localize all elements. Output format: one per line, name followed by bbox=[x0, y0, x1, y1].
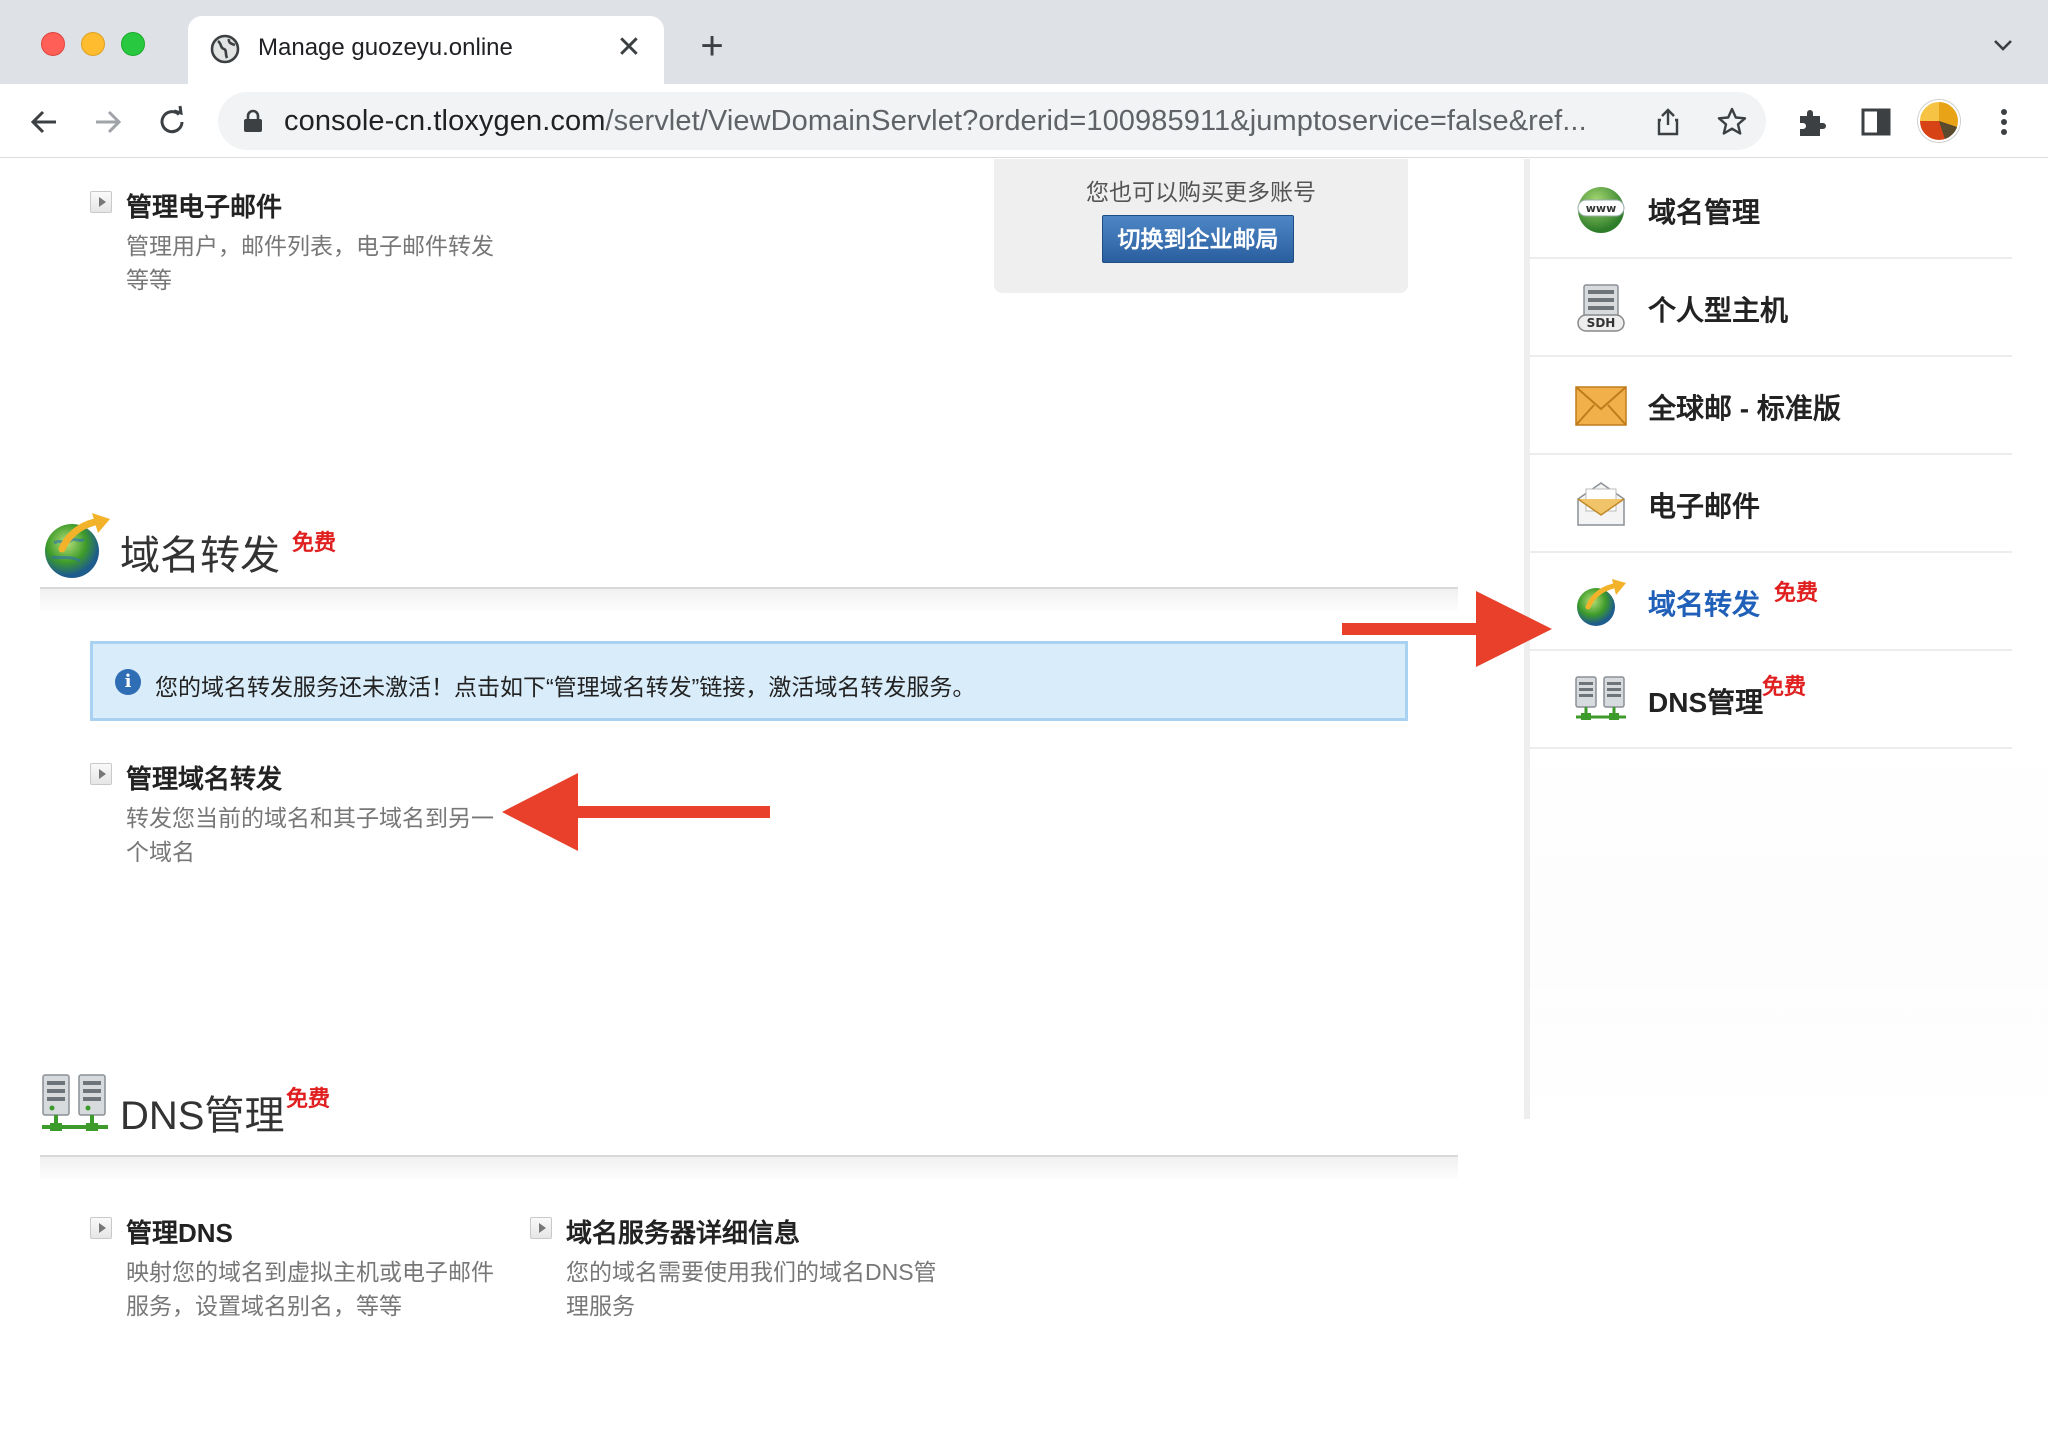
back-arrow-icon[interactable] bbox=[24, 102, 64, 142]
bookmark-star-icon[interactable] bbox=[1716, 106, 1748, 138]
browser-tab-bar: Manage guozeyu.online ✕ + bbox=[0, 0, 2048, 84]
extensions-puzzle-icon[interactable] bbox=[1794, 104, 1830, 140]
sidebar-item-label: 域名转发 bbox=[1648, 589, 1761, 620]
manage-dns-desc: 映射您的域名到虚拟主机或电子邮件服务，设置域名别名，等等 bbox=[126, 1259, 494, 1319]
nameserver-details-link[interactable]: 域名服务器详细信息 bbox=[566, 1213, 800, 1250]
browser-toolbar: console-cn.tloxygen.com/servlet/ViewDoma… bbox=[0, 84, 2048, 158]
manage-forwarding-link[interactable]: 管理域名转发 bbox=[126, 759, 282, 796]
reload-icon[interactable] bbox=[152, 102, 192, 142]
expand-triangle-icon bbox=[90, 191, 112, 213]
lock-icon[interactable] bbox=[242, 109, 264, 133]
window-zoom-button[interactable] bbox=[121, 32, 145, 56]
expand-triangle-icon bbox=[90, 763, 112, 785]
forward-globe-icon bbox=[45, 513, 110, 578]
profile-avatar[interactable] bbox=[1918, 100, 1960, 142]
services-sidebar: www 域名管理 SDH 个人型主机 全球邮 - 标准版 电子邮件 域名转发 免… bbox=[1524, 159, 2048, 1119]
sidebar-item-domain-forwarding[interactable]: 域名转发 免费 bbox=[1530, 553, 2012, 651]
annotation-arrow-right bbox=[1342, 591, 1552, 667]
forwarding-section-title: 域名转发 bbox=[120, 534, 280, 578]
sidebar-item-email[interactable]: 电子邮件 bbox=[1530, 455, 2012, 553]
chevron-down-icon[interactable] bbox=[1988, 30, 2018, 60]
expand-triangle-icon bbox=[90, 1217, 112, 1239]
expand-triangle-icon bbox=[530, 1217, 552, 1239]
forwarding-inactive-notice: i 您的域名转发服务还未激活！点击如下“管理域名转发”链接，激活域名转发服务。 bbox=[90, 641, 1408, 721]
window-close-button[interactable] bbox=[41, 32, 65, 56]
free-badge: 免费 bbox=[1774, 580, 1819, 605]
sidebar-item-dns-management[interactable]: DNS管理 免费 bbox=[1530, 651, 2012, 749]
buy-more-text: 您也可以购买更多账号 bbox=[1086, 179, 1316, 205]
sdh-server-icon: SDH bbox=[1577, 284, 1625, 332]
section-divider bbox=[40, 1155, 1458, 1181]
sidebar-item-label: 域名管理 bbox=[1648, 197, 1761, 228]
dns-servers-icon bbox=[1575, 676, 1626, 720]
info-icon: i bbox=[115, 669, 141, 695]
new-tab-button[interactable]: + bbox=[692, 26, 732, 66]
window-minimize-button[interactable] bbox=[81, 32, 105, 56]
url-text[interactable]: console-cn.tloxygen.com/servlet/ViewDoma… bbox=[284, 105, 1587, 138]
envelope-icon bbox=[1575, 386, 1627, 426]
forwarding-section-header: 域名转发 免费 bbox=[40, 503, 1458, 593]
sidebar-item-label: 个人型主机 bbox=[1648, 295, 1789, 326]
sidebar-item-label: 全球邮 - 标准版 bbox=[1648, 393, 1841, 424]
manage-email-desc: 管理用户，邮件列表，电子邮件转发等等 bbox=[126, 233, 494, 293]
kebab-menu-icon[interactable] bbox=[1986, 104, 2022, 140]
dns-section-header: DNS管理 免费 bbox=[40, 1073, 1458, 1163]
manage-dns-link[interactable]: 管理DNS bbox=[126, 1213, 233, 1250]
sidebar-item-label: 电子邮件 bbox=[1648, 491, 1761, 522]
svg-text:SDH: SDH bbox=[1587, 316, 1616, 330]
www-globe-icon: www bbox=[1577, 187, 1625, 233]
sidebar-item-personal-hosting[interactable]: SDH 个人型主机 bbox=[1530, 259, 2012, 357]
close-icon[interactable]: ✕ bbox=[612, 30, 646, 66]
switch-enterprise-mail-button[interactable]: 切换到企业邮局 bbox=[1102, 215, 1294, 263]
globe-icon bbox=[210, 34, 240, 64]
buy-more-accounts-box: 您也可以购买更多账号 切换到企业邮局 bbox=[994, 159, 1408, 293]
side-panel-icon[interactable] bbox=[1858, 104, 1894, 140]
dns-section-title: DNS管理 bbox=[120, 1094, 285, 1138]
forward-arrow-icon[interactable] bbox=[88, 102, 128, 142]
page-content: 管理电子邮件 管理用户，邮件列表，电子邮件转发等等 您也可以购买更多账号 切换到… bbox=[0, 159, 2048, 1438]
sidebar-item-global-mail[interactable]: 全球邮 - 标准版 bbox=[1530, 357, 2012, 455]
manage-email-link[interactable]: 管理电子邮件 bbox=[126, 187, 282, 224]
free-badge: 免费 bbox=[1762, 674, 1807, 699]
sidebar-item-label: DNS管理 bbox=[1648, 687, 1764, 718]
free-badge: 免费 bbox=[292, 530, 337, 555]
notice-message: 您的域名转发服务还未激活！点击如下“管理域名转发”链接，激活域名转发服务。 bbox=[155, 674, 976, 700]
address-bar[interactable]: console-cn.tloxygen.com/servlet/ViewDoma… bbox=[218, 92, 1766, 150]
svg-text:www: www bbox=[1586, 202, 1617, 215]
share-icon[interactable] bbox=[1652, 106, 1684, 138]
nameserver-details-desc: 您的域名需要使用我们的域名DNS管理服务 bbox=[566, 1259, 937, 1319]
free-badge: 免费 bbox=[286, 1086, 331, 1111]
forward-globe-icon bbox=[1577, 579, 1626, 626]
manage-forwarding-desc: 转发您当前的域名和其子域名到另一个域名 bbox=[126, 805, 494, 865]
browser-tab-active[interactable]: Manage guozeyu.online ✕ bbox=[188, 16, 664, 84]
annotation-arrow-left bbox=[502, 773, 770, 851]
tab-title: Manage guozeyu.online bbox=[258, 34, 513, 61]
section-divider bbox=[40, 587, 1458, 613]
open-envelope-icon bbox=[1577, 482, 1625, 526]
dns-servers-icon bbox=[42, 1074, 108, 1131]
sidebar-item-domain-management[interactable]: www 域名管理 bbox=[1530, 161, 2012, 259]
